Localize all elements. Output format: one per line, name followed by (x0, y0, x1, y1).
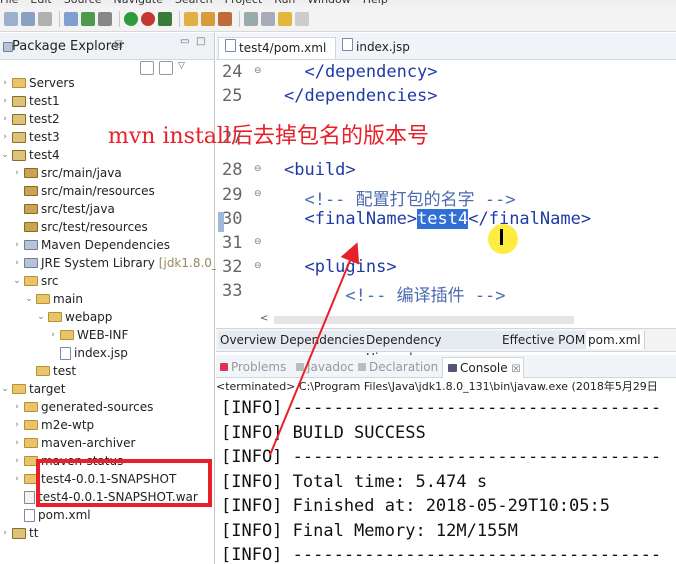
mouse-highlight (488, 224, 518, 254)
annotation-arrow (269, 242, 360, 456)
text-cursor-icon (500, 229, 503, 245)
